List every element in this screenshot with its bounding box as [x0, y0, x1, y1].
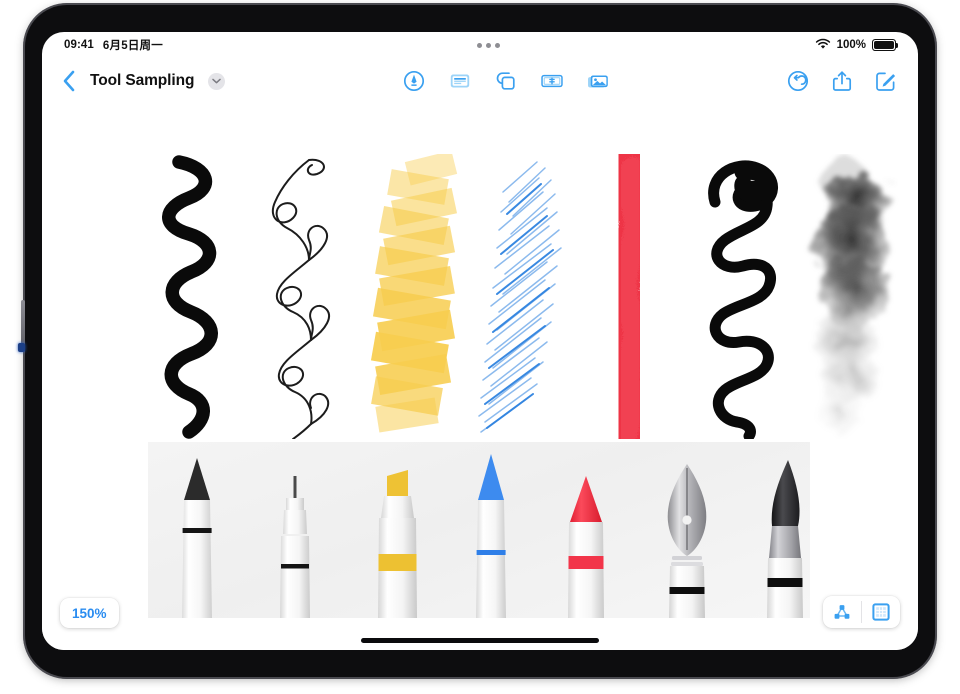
photos-stack-icon[interactable]: [586, 69, 610, 93]
compose-pencil-square-icon[interactable]: [874, 69, 898, 93]
pen-marker: [182, 458, 212, 618]
pen-pencil: [476, 454, 506, 618]
share-up-arrow-icon[interactable]: [830, 69, 854, 93]
page-title[interactable]: Tool Sampling: [90, 72, 194, 90]
chevron-down-icon[interactable]: [208, 72, 226, 90]
pen-crayon: [568, 476, 604, 618]
markup-pen-circle-icon[interactable]: [402, 69, 426, 93]
status-led-indicator: [18, 343, 25, 352]
stroke-marker-black: [162, 155, 218, 439]
stroke-fountain-pen: [708, 160, 778, 439]
multitasking-dot: [486, 42, 492, 48]
stroke-highlighter-yellow: [370, 154, 458, 433]
pen-brush: [767, 460, 803, 618]
status-bar-left: 09:41 6月5日周一: [64, 37, 163, 53]
bottom-right-controls: [823, 596, 900, 628]
toolbar-left-group: Tool Sampling: [62, 70, 226, 92]
shapes-overlap-icon[interactable]: [494, 69, 518, 93]
text-box-icon[interactable]: [448, 69, 472, 93]
multitasking-dot: [495, 42, 501, 48]
status-time: 09:41: [64, 39, 94, 51]
battery-full-icon: [872, 39, 899, 51]
wifi-icon: [815, 38, 831, 53]
battery-percentage: 100%: [836, 39, 866, 51]
home-indicator[interactable]: [361, 638, 599, 643]
undo-arrow-circle-icon[interactable]: [786, 69, 810, 93]
toolbar-center-group: [225, 69, 786, 93]
pen-highlighter: [378, 470, 417, 618]
tool-tray-image: [148, 442, 810, 618]
stroke-watercolor-gray: [815, 156, 891, 432]
stroke-samples-group: [137, 154, 891, 439]
page-grid-icon[interactable]: [862, 596, 900, 628]
multitasking-dot: [477, 42, 483, 48]
stroke-pencil-blue: [478, 161, 562, 433]
multitasking-handle[interactable]: [163, 42, 815, 48]
pen-technical: [280, 476, 310, 618]
stroke-technical-pen: [272, 158, 330, 439]
battery-fill: [874, 41, 894, 49]
drawing-canvas[interactable]: 150%: [42, 104, 918, 650]
node-points-icon[interactable]: [823, 596, 861, 628]
status-bar: 09:41 6月5日周一 100%: [42, 32, 918, 58]
status-bar-right: 100%: [815, 38, 899, 53]
app-toolbar: Tool Sampling: [42, 58, 918, 104]
zoom-level-button[interactable]: 150%: [60, 598, 119, 628]
sticker-frame-icon[interactable]: [540, 69, 564, 93]
ipad-screen: 09:41 6月5日周一 100% Tool Sampling 150%: [42, 32, 918, 650]
toolbar-right-group: [786, 69, 898, 93]
stroke-crayon-red: [601, 154, 657, 439]
chevron-left-icon[interactable]: [62, 70, 76, 92]
status-date: 6月5日周一: [102, 40, 163, 52]
pen-fountain: [667, 464, 707, 618]
